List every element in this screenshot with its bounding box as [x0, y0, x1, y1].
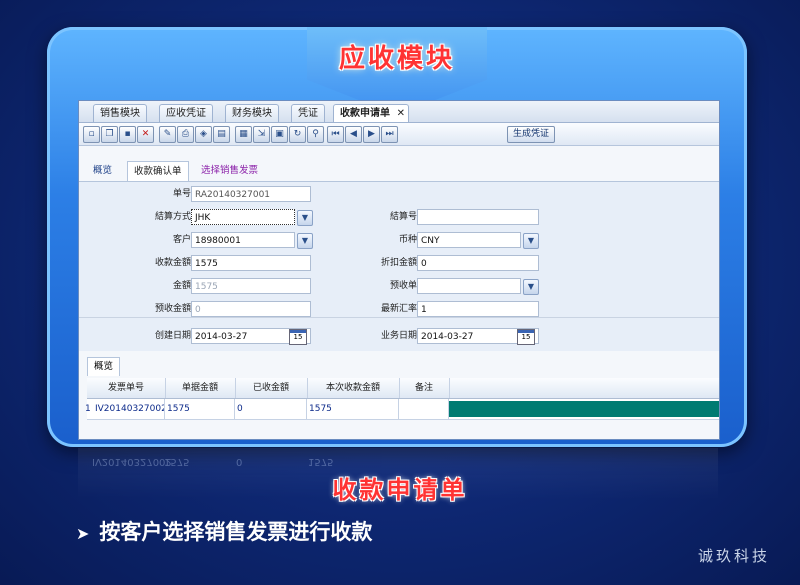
- subtab-overview[interactable]: 概览: [87, 161, 118, 181]
- currency-select[interactable]: CNY: [417, 232, 521, 248]
- received-cell[interactable]: 0: [235, 399, 307, 419]
- module-tabs: 销售模块 应收凭证 财务模块 凭证 收款申请单 ✕: [79, 101, 719, 123]
- column-header[interactable]: 发票单号: [87, 378, 166, 398]
- latest-rate-label: 最新汇率: [380, 304, 417, 314]
- print-icon[interactable]: ⎙: [177, 126, 194, 143]
- receipt-amount-label: 收款金額: [154, 258, 191, 268]
- audit-icon[interactable]: ▦: [235, 126, 252, 143]
- settle-method-select[interactable]: JHK: [191, 209, 295, 225]
- refresh-icon[interactable]: ↻: [289, 126, 306, 143]
- order-no-field[interactable]: RA20140327001: [191, 186, 311, 202]
- reflection-this-amount: 1575: [308, 456, 334, 467]
- customer-select[interactable]: 18980001: [191, 232, 295, 248]
- export-icon[interactable]: ▤: [213, 126, 230, 143]
- tab-receivable-voucher[interactable]: 应收凭证: [159, 104, 213, 122]
- receipt-form: 单号 RA20140327001 結算方式 JHK ▼ 結算号 客户 18980…: [79, 181, 719, 352]
- column-header[interactable]: 本次收款金額: [307, 378, 400, 398]
- settle-no-field[interactable]: [417, 209, 539, 225]
- grid-tab-overview[interactable]: 概览: [87, 357, 121, 376]
- row-highlight: [449, 401, 719, 417]
- calendar-icon[interactable]: 15: [517, 329, 535, 345]
- prepay-amount-field[interactable]: 0: [191, 301, 311, 317]
- reflection-invoice: IV20140327002: [92, 456, 172, 467]
- business-date-label: 业务日期: [380, 331, 417, 341]
- customer-label: 客户: [172, 235, 191, 245]
- calendar-icon[interactable]: 15: [289, 329, 307, 345]
- generate-voucher-button[interactable]: 生成凭证: [507, 126, 555, 143]
- slide-title: 应收模块: [338, 44, 455, 74]
- chevron-down-icon[interactable]: ▼: [297, 233, 313, 249]
- toolbar: ▫ ❐ ▪ ✕ ✎ ⎙ ◈ ▤ ▦ ⇲ ▣ ↻ ⚲ ⏮ ◀ ▶ ⏭: [79, 123, 719, 146]
- report-icon[interactable]: ▣: [271, 126, 288, 143]
- invoice-no-cell[interactable]: IV20140327002: [93, 399, 165, 419]
- form-divider: [79, 317, 719, 318]
- edit-icon[interactable]: ✎: [159, 126, 176, 143]
- settle-method-label: 結算方式: [154, 212, 191, 222]
- chevron-down-icon[interactable]: ▼: [523, 279, 539, 295]
- column-header[interactable]: 已收金額: [235, 378, 308, 398]
- doc-amount-cell[interactable]: 1575: [165, 399, 235, 419]
- new-icon[interactable]: ▫: [83, 126, 100, 143]
- invoice-grid: 概览 发票单号 单据金額 已收金額 本次收款金額 备注 1 IV20140327…: [79, 351, 719, 439]
- next-record-icon[interactable]: ▶: [363, 126, 380, 143]
- receipt-amount-field[interactable]: 1575: [191, 255, 311, 271]
- grid-header: 发票单号 单据金額 已收金額 本次收款金額 备注: [87, 378, 719, 399]
- tab-receipt-request[interactable]: 收款申请单 ✕: [333, 104, 409, 122]
- attach-icon[interactable]: ◈: [195, 126, 212, 143]
- reflection-amount: 1575: [164, 456, 190, 467]
- calendar-day: 15: [293, 333, 303, 341]
- discount-amount-label: 折扣金額: [380, 258, 417, 268]
- settle-no-label: 結算号: [389, 212, 417, 222]
- first-record-icon[interactable]: ⏮: [327, 126, 344, 143]
- import-icon[interactable]: ⇲: [253, 126, 270, 143]
- copy-icon[interactable]: ❐: [101, 126, 118, 143]
- prepay-amount-label: 预收金額: [154, 304, 191, 314]
- amount-field[interactable]: 1575: [191, 278, 311, 294]
- prev-record-icon[interactable]: ◀: [345, 126, 362, 143]
- tab-receipt-request-label: 收款申请单: [340, 108, 390, 119]
- order-no-label: 单号: [172, 189, 191, 199]
- last-record-icon[interactable]: ⏭: [381, 126, 398, 143]
- app-window: 销售模块 应收凭证 财务模块 凭证 收款申请单 ✕ ▫ ❐ ▪ ✕ ✎ ⎙ ◈ …: [78, 100, 720, 440]
- brand-logo: 诚玖科技: [698, 547, 771, 565]
- column-header[interactable]: 备注: [399, 378, 450, 398]
- subtab-select-invoice[interactable]: 选择销售发票: [195, 161, 264, 181]
- latest-rate-field[interactable]: 1: [417, 301, 539, 317]
- calendar-day: 15: [521, 333, 531, 341]
- chevron-down-icon[interactable]: ▼: [523, 233, 539, 249]
- subtab-receipt-confirm[interactable]: 收款确认单: [127, 161, 189, 182]
- discount-amount-field[interactable]: 0: [417, 255, 539, 271]
- create-date-label: 创建日期: [154, 331, 191, 341]
- currency-label: 币种: [398, 235, 417, 245]
- close-icon[interactable]: ✕: [397, 105, 405, 122]
- tab-voucher[interactable]: 凭证: [291, 104, 325, 122]
- bullet-text: 按客户选择销售发票进行收款: [99, 520, 373, 544]
- tab-sales[interactable]: 销售模块: [93, 104, 147, 122]
- save-icon[interactable]: ▪: [119, 126, 136, 143]
- bullet-point: ➤ 按客户选择销售发票进行收款: [76, 516, 372, 546]
- chevron-down-icon[interactable]: ▼: [297, 210, 313, 226]
- prepay-no-label: 预收单: [389, 281, 417, 291]
- prepay-no-select[interactable]: [417, 278, 521, 294]
- amount-label: 金額: [172, 281, 191, 291]
- note-cell[interactable]: [399, 399, 449, 419]
- tab-finance[interactable]: 财务模块: [225, 104, 279, 122]
- delete-icon[interactable]: ✕: [137, 126, 154, 143]
- reflection-received: 0: [236, 456, 243, 467]
- arrow-bullet-icon: ➤: [76, 524, 90, 543]
- filter-icon[interactable]: ⚲: [307, 126, 324, 143]
- caption: 收款申请单: [332, 476, 468, 504]
- this-amount-cell[interactable]: 1575: [307, 399, 399, 419]
- column-header[interactable]: 单据金額: [165, 378, 236, 398]
- table-row[interactable]: 1 IV20140327002 1575 0 1575: [85, 399, 719, 420]
- row-number: 1: [85, 404, 91, 414]
